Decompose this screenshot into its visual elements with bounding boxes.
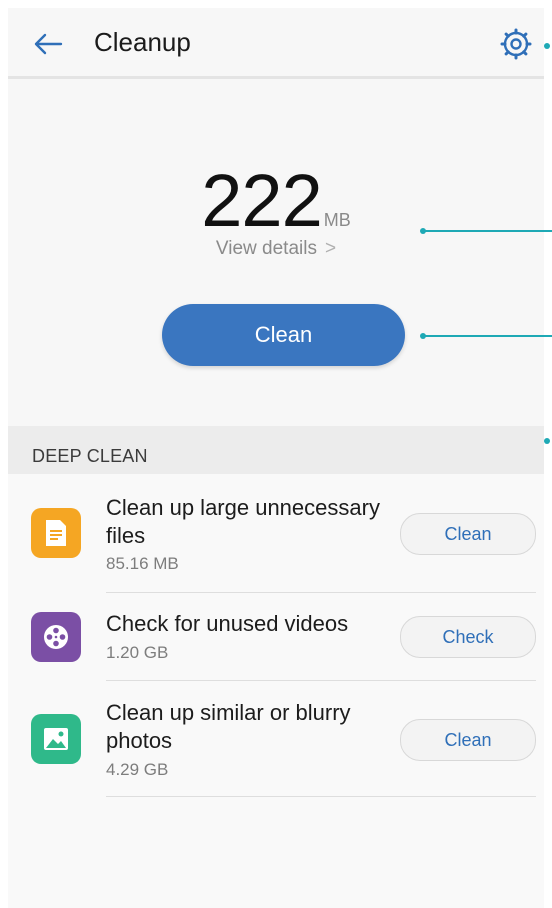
photos-title: Clean up similar or blurry photos xyxy=(106,700,351,753)
junk-size-value: 222 xyxy=(201,159,322,242)
clean-button[interactable]: Clean xyxy=(162,304,405,366)
photo-icon xyxy=(44,728,68,750)
large-files-icon-tile xyxy=(31,508,81,558)
arrow-left-icon xyxy=(34,33,63,55)
film-reel-icon xyxy=(44,625,68,649)
videos-icon-tile xyxy=(31,612,81,662)
gear-icon xyxy=(500,28,532,60)
photos-clean-button[interactable]: Clean xyxy=(400,719,536,761)
photos-size: 4.29 GB xyxy=(106,760,169,779)
large-files-size: 85.16 MB xyxy=(106,554,179,573)
videos-title: Check for unused videos xyxy=(106,611,349,636)
callout-dot xyxy=(544,43,550,49)
chevron-right-icon: > xyxy=(324,238,337,259)
junk-size-unit: MB xyxy=(323,210,351,230)
large-files-title: Clean up large unnecessary files xyxy=(106,495,380,548)
page-title: Cleanup xyxy=(94,27,191,57)
callout-dot xyxy=(544,438,550,444)
settings-button[interactable] xyxy=(496,24,536,64)
view-details-link[interactable]: View details > xyxy=(8,238,544,260)
list-divider xyxy=(106,796,536,797)
cleanup-screen: Cleanup 222 MB View details > Clean DEEP… xyxy=(8,8,544,908)
videos-check-button[interactable]: Check xyxy=(400,616,536,658)
header-divider xyxy=(8,76,544,79)
videos-size: 1.20 GB xyxy=(106,643,169,662)
callout-line xyxy=(424,230,552,232)
document-icon xyxy=(46,520,66,546)
app-header: Cleanup xyxy=(8,8,544,76)
back-button[interactable] xyxy=(30,26,66,62)
large-files-clean-button[interactable]: Clean xyxy=(400,513,536,555)
section-title: DEEP CLEAN xyxy=(32,446,148,466)
callout-line xyxy=(424,335,552,337)
list-divider xyxy=(106,592,536,593)
view-details-label: View details xyxy=(215,238,317,259)
photos-icon-tile xyxy=(31,714,81,764)
list-divider xyxy=(106,680,536,681)
